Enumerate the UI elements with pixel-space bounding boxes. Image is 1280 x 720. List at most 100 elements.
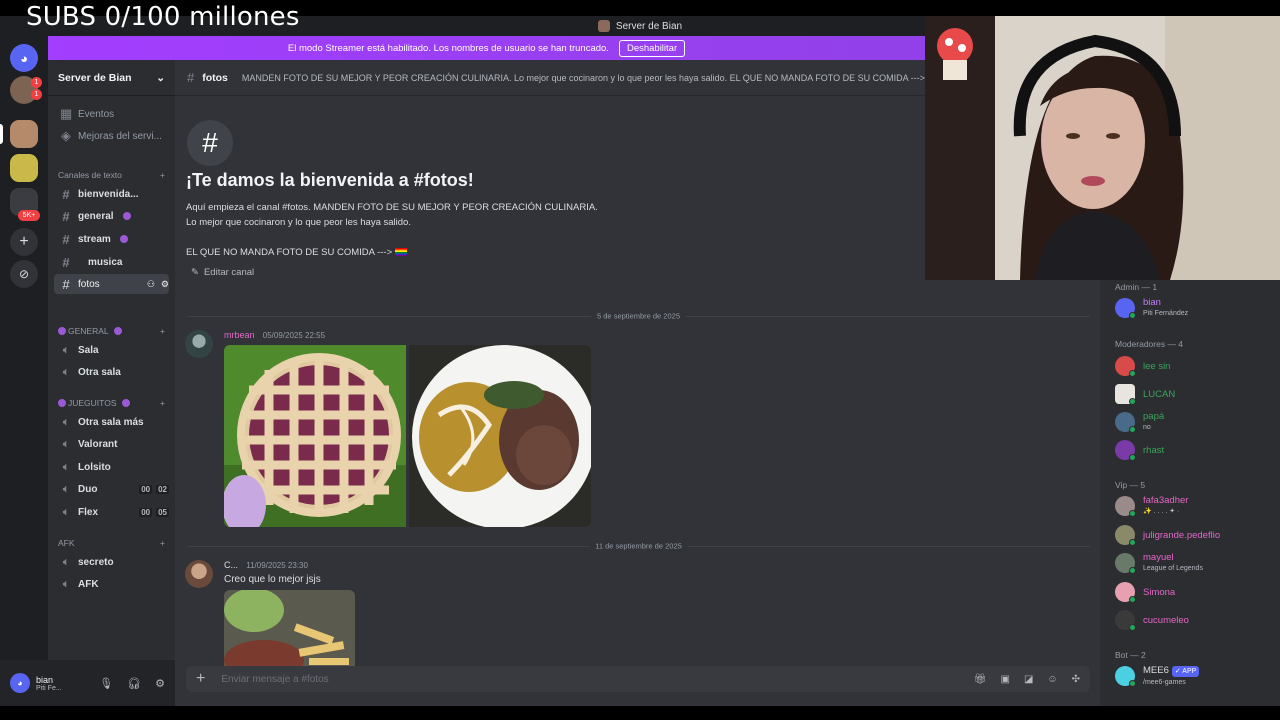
add-channel-icon[interactable]: + — [160, 538, 165, 548]
emoji-icon[interactable]: ☺ — [1047, 674, 1057, 685]
channel-label: Otra sala — [78, 366, 121, 378]
speaker-icon: 🔈︎ — [63, 506, 69, 518]
user-limit: 00 05 — [139, 507, 169, 517]
category-afk[interactable]: AFK + — [58, 536, 165, 550]
avatar — [1115, 412, 1136, 433]
welcome-line: EL QUE NO MANDA FOTO DE SU COMIDA ---> — [186, 245, 598, 260]
gift-icon[interactable]: 🎁︎ — [974, 674, 987, 685]
member-row[interactable]: rhast — [1115, 438, 1275, 462]
voice-channel-lolsito[interactable]: 🔈︎ Lolsito — [54, 457, 169, 477]
member-name: bian — [1143, 297, 1161, 308]
add-channel-icon[interactable]: + — [160, 170, 165, 180]
invite-icon[interactable]: ⚇ — [147, 279, 155, 290]
avatar[interactable]: ◕ — [10, 673, 30, 693]
gear-icon[interactable]: ⚙ — [155, 677, 165, 690]
member-row[interactable]: LUCAN — [1115, 382, 1275, 406]
apps-icon[interactable]: ✣ — [1072, 674, 1080, 685]
avatar[interactable] — [185, 330, 213, 358]
category-jueguitos[interactable]: JUEGUITOS + — [58, 396, 165, 410]
food-photo-pie[interactable] — [224, 345, 406, 527]
gear-icon[interactable]: ⚙ — [161, 279, 169, 290]
user-names[interactable]: bian Piti Fe... — [36, 675, 62, 692]
speaker-icon: 🔈︎ — [63, 438, 69, 450]
avatar — [1115, 356, 1136, 377]
member-activity: /mee6-games — [1143, 678, 1186, 686]
sticker-icon[interactable]: ◪ — [1024, 674, 1033, 685]
microphone-icon[interactable]: 🎙︎ — [99, 677, 113, 690]
voice-channel-secreto[interactable]: 🔈︎ secreto — [54, 552, 169, 572]
voice-channel-otra-sala[interactable]: 🔈︎ Otra sala — [54, 362, 169, 382]
member-row[interactable]: juligrande.pedeflio — [1115, 523, 1275, 547]
member-row[interactable]: Simona — [1115, 580, 1275, 604]
sidebar-item-mejoras[interactable]: ◈ Mejoras del servi... — [54, 126, 169, 146]
member-row[interactable]: fafa3adher ✨ . . . . ✦ · — [1115, 494, 1275, 518]
member-row[interactable]: MEE6 ✓ APP/mee6-games — [1115, 664, 1275, 688]
status-online — [1129, 510, 1136, 517]
member-activity: League of Legends — [1143, 565, 1203, 572]
category-text-channels[interactable]: Canales de texto + — [58, 168, 165, 182]
add-channel-icon[interactable]: + — [160, 398, 165, 408]
channel-fotos[interactable]: # fotos ⚇ ⚙ — [54, 274, 169, 294]
channel-general[interactable]: # general — [54, 206, 169, 226]
member-name: LUCAN — [1143, 388, 1176, 400]
food-photo-fries[interactable] — [224, 590, 355, 666]
server-icon-2[interactable] — [10, 154, 38, 182]
voice-channel-otra-sala-mas[interactable]: 🔈︎ Otra sala más — [54, 412, 169, 432]
hash-icon: # — [187, 70, 195, 85]
streamer-mode-banner: El modo Streamer está habilitado. Los no… — [48, 36, 925, 60]
avatar — [1115, 384, 1136, 405]
app-badge: ✓ APP — [1171, 665, 1200, 677]
channel-label: musica — [88, 256, 123, 268]
gif-icon[interactable]: ▣ — [1000, 674, 1009, 685]
voice-channel-duo[interactable]: 🔈︎ Duo 00 02 — [54, 479, 169, 499]
voice-channel-valorant[interactable]: 🔈︎ Valorant — [54, 434, 169, 454]
voice-channel-afk[interactable]: 🔈︎ AFK — [54, 574, 169, 594]
add-server-icon[interactable]: + — [10, 228, 38, 256]
message-composer[interactable]: + Enviar mensaje a #fotos 🎁︎ ▣ ◪ ☺ ✣ — [186, 666, 1090, 692]
member-row[interactable]: mayuel League of Legends — [1115, 551, 1275, 575]
fries-image — [224, 590, 355, 666]
category-label: GENERAL — [68, 326, 109, 336]
discord-home-icon[interactable]: ◕ — [10, 44, 38, 72]
member-row[interactable]: lee sin — [1115, 354, 1275, 378]
channel-bienvenida[interactable]: # bienvenida... — [54, 184, 169, 204]
disable-streamer-button[interactable]: Deshabilitar — [618, 39, 686, 57]
avatar — [1115, 553, 1136, 574]
message-author[interactable]: mrbean — [224, 330, 255, 340]
channel-label: AFK — [78, 578, 99, 590]
headphones-icon[interactable]: 🎧︎ — [127, 677, 141, 690]
add-channel-icon[interactable]: + — [160, 326, 165, 336]
avatar[interactable] — [185, 560, 213, 588]
webcam-image — [925, 16, 1280, 280]
avatar — [1115, 666, 1136, 687]
member-name: juligrande.pedeflio — [1143, 529, 1221, 541]
message-author[interactable]: C... — [224, 560, 238, 570]
discover-icon[interactable]: ⊘ — [10, 260, 38, 288]
food-photo-plate[interactable] — [409, 345, 591, 527]
category-general[interactable]: GENERAL + — [58, 324, 165, 338]
channel-stream[interactable]: # stream — [54, 229, 169, 249]
server-bian-icon[interactable] — [10, 120, 38, 148]
composer-tools: 🎁︎ ▣ ◪ ☺ ✣ — [974, 674, 1080, 685]
channel-musica[interactable]: # musica — [54, 252, 169, 272]
server-name: Server de Bian — [58, 71, 132, 84]
voice-channel-sala[interactable]: 🔈︎ Sala — [54, 340, 169, 360]
member-row[interactable]: bian Piti Fernández — [1115, 296, 1275, 320]
message-input[interactable]: Enviar mensaje a #fotos — [221, 674, 328, 685]
member-row[interactable]: cucumeleo — [1115, 608, 1275, 632]
voice-channel-flex[interactable]: 🔈︎ Flex 00 05 — [54, 502, 169, 522]
avatar — [1115, 582, 1136, 603]
server-header[interactable]: Server de Bian ⌄ — [48, 60, 175, 96]
sidebar-item-eventos[interactable]: ▦ Eventos — [54, 104, 169, 124]
edit-channel-link[interactable]: ✎ Editar canal — [191, 267, 254, 278]
message-timestamp: 11/09/2025 23:30 — [246, 561, 308, 570]
member-row[interactable]: papá no — [1115, 410, 1275, 434]
screen: SUBS 0/100 millones Server de Bian ◕ 1 1… — [0, 0, 1280, 720]
speaker-icon: 🔈︎ — [63, 578, 69, 590]
channel-topic[interactable]: MANDEN FOTO DE SU MEJOR Y PEOR CREACIÓN … — [242, 73, 925, 83]
add-attachment-icon[interactable]: + — [196, 670, 205, 688]
member-name-line: MEE6 ✓ APP — [1143, 665, 1200, 677]
member-name: cucumeleo — [1143, 614, 1189, 626]
speaker-icon: 🔈︎ — [63, 416, 69, 428]
user-limit-value: 05 — [156, 507, 169, 517]
